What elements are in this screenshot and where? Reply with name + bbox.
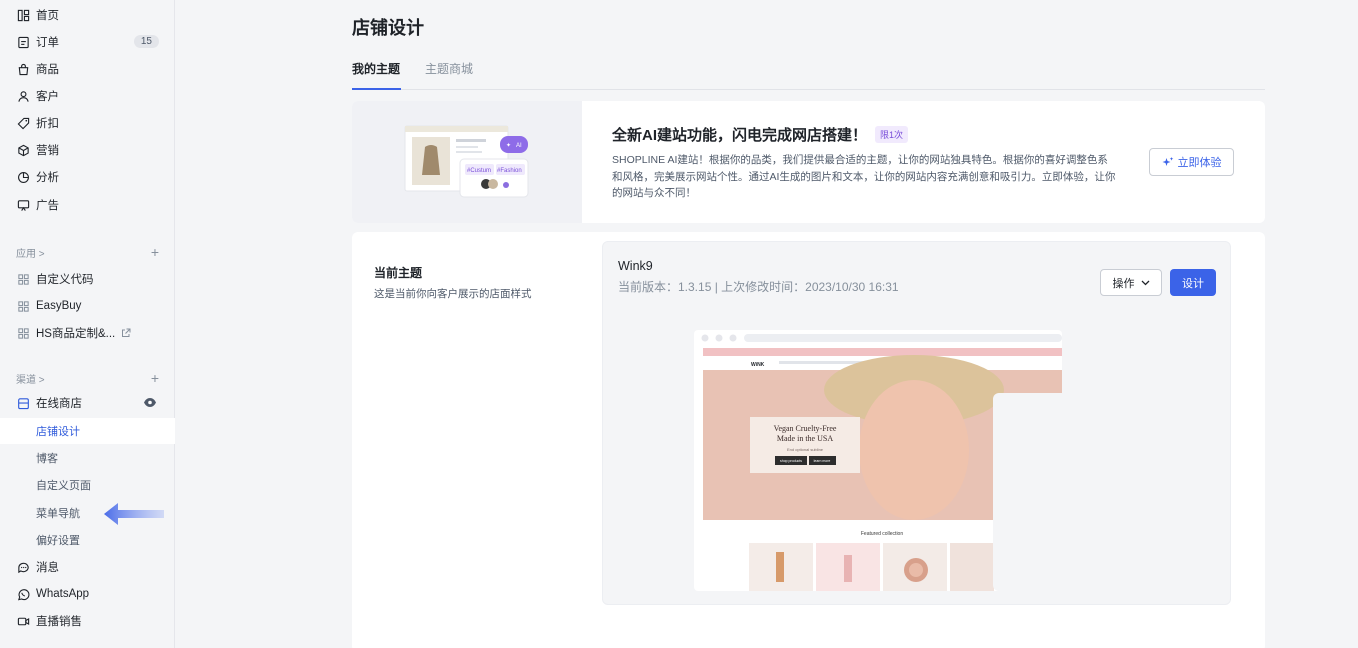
bag-icon: [16, 62, 30, 76]
current-theme-description: 这是当前你向客户展示的店面样式: [374, 288, 532, 300]
sidebar: 首页 订单 15 商品 客户 折扣 营销 分析 广告 应用 > + 自定义代码 …: [0, 0, 175, 648]
chevron-down-icon: [1141, 280, 1150, 286]
sidebar-item-label: 分析: [36, 172, 59, 184]
apps-section-header[interactable]: 应用 > +: [16, 243, 159, 261]
sidebar-item-customers[interactable]: 客户: [0, 83, 175, 109]
preview-hero-line1: Vegan Cruelty-Free: [774, 424, 837, 433]
sidebar-item-label: 订单: [36, 37, 59, 49]
channels-section-label: 渠道 >: [16, 374, 45, 386]
chat-icon: [16, 560, 30, 574]
promo-art-chip2: #Fashion: [497, 168, 522, 174]
ai-promo-illustration: #Custum #Fashion AI ✦: [352, 101, 582, 223]
try-now-label: 立即体验: [1177, 157, 1222, 169]
order-count-badge: 15: [133, 35, 159, 48]
app-grid-icon: [16, 326, 30, 340]
try-now-button[interactable]: 立即体验: [1149, 148, 1234, 176]
eye-icon[interactable]: [143, 397, 157, 408]
sidebar-item-label: 自定义代码: [36, 274, 94, 286]
current-theme-title: 当前主题: [374, 266, 423, 280]
sidebar-app-hs-custom[interactable]: HS商品定制&...: [0, 320, 175, 346]
sidebar-item-label: 消息: [36, 562, 59, 574]
theme-preview: WiNK Vegan Cruelty-Free Made in the USA …: [694, 330, 1142, 591]
tab-theme-store[interactable]: 主题商城: [425, 60, 473, 77]
ai-promo-card: #Custum #Fashion AI ✦ 全新AI建站功能，闪电完成网店搭建！…: [352, 101, 1265, 223]
preview-hero-btn2: learn more: [814, 459, 831, 463]
svg-text:✦: ✦: [506, 142, 511, 149]
sidebar-sub-custom-pages[interactable]: 自定义页面: [0, 472, 175, 498]
order-icon: [16, 35, 30, 49]
tag-icon: [16, 116, 30, 130]
live-icon: [16, 614, 30, 628]
promo-limit-tag: 限1次: [875, 126, 909, 143]
active-tab-indicator: [352, 88, 401, 90]
actions-dropdown-button[interactable]: 操作: [1100, 269, 1162, 296]
pie-chart-icon: [16, 170, 30, 184]
store-icon: [16, 396, 30, 410]
channels-section-header[interactable]: 渠道 > +: [16, 369, 159, 387]
external-link-icon[interactable]: [121, 328, 131, 338]
sidebar-item-orders[interactable]: 订单 15: [0, 29, 175, 55]
preview-hero-line2: Made in the USA: [777, 434, 833, 443]
sidebar-item-products[interactable]: 商品: [0, 56, 175, 82]
actions-label: 操作: [1112, 277, 1135, 290]
sidebar-item-live-selling[interactable]: 直播销售: [0, 608, 175, 634]
promo-title-text: 全新AI建站功能，闪电完成网店搭建！: [612, 127, 868, 144]
sparkle-icon: [1162, 156, 1174, 168]
promo-description: SHOPLINE AI建站！根据你的品类，我们提供最合适的主题，让你的网站独具特…: [612, 154, 1116, 199]
theme-tabs: 我的主题 主题商城: [352, 56, 1265, 90]
sidebar-item-ads[interactable]: 广告: [0, 192, 175, 218]
apps-section-label: 应用 >: [16, 248, 45, 260]
sidebar-item-whatsapp[interactable]: WhatsApp: [0, 581, 175, 607]
app-grid-icon: [16, 272, 30, 286]
home-icon: [16, 8, 30, 22]
sidebar-item-label: WhatsApp: [36, 588, 90, 600]
ad-icon: [16, 198, 30, 212]
sidebar-sub-blog[interactable]: 博客: [0, 445, 175, 471]
current-theme-card: 当前主题 这是当前你向客户展示的店面样式 Wink9 当前版本：1.3.15 |…: [352, 232, 1265, 648]
sidebar-item-label: 广告: [36, 200, 59, 212]
sidebar-item-label: 直播销售: [36, 616, 82, 628]
sidebar-item-label: HS商品定制&...: [36, 328, 116, 340]
preview-hero-sub: End optional subline: [787, 447, 824, 452]
sidebar-app-easybuy[interactable]: EasyBuy: [0, 293, 175, 319]
whatsapp-icon: [16, 587, 30, 601]
app-grid-icon: [16, 299, 30, 313]
tab-my-themes[interactable]: 我的主题: [352, 60, 400, 77]
promo-art-chip1: #Custum: [467, 168, 491, 174]
sidebar-item-label: 营销: [36, 145, 59, 157]
preview-hero-btn1: shop products: [780, 459, 802, 463]
preview-collection-title: Featured collection: [861, 531, 903, 537]
sidebar-app-custom-code[interactable]: 自定义代码: [0, 266, 175, 292]
sidebar-item-messages[interactable]: 消息: [0, 554, 175, 580]
theme-panel: Wink9 当前版本：1.3.15 | 上次修改时间：2023/10/30 16…: [602, 241, 1231, 605]
add-app-icon[interactable]: +: [151, 244, 159, 260]
add-channel-icon[interactable]: +: [151, 370, 159, 386]
sidebar-item-label: 首页: [36, 10, 59, 22]
sidebar-item-label: 折扣: [36, 118, 59, 130]
sidebar-item-discounts[interactable]: 折扣: [0, 110, 175, 136]
sidebar-item-analytics[interactable]: 分析: [0, 164, 175, 190]
user-icon: [16, 89, 30, 103]
sidebar-item-label: 在线商店: [36, 398, 82, 410]
sidebar-item-label: 客户: [36, 91, 59, 103]
sidebar-item-marketing[interactable]: 营销: [0, 137, 175, 163]
preview-logo: WiNK: [751, 362, 765, 368]
page-title: 店铺设计: [352, 18, 424, 38]
promo-title: 全新AI建站功能，闪电完成网店搭建！ 限1次: [612, 124, 909, 145]
sidebar-item-home[interactable]: 首页: [0, 2, 175, 28]
sidebar-item-label: EasyBuy: [36, 300, 82, 312]
sidebar-sub-store-design[interactable]: 店铺设计: [0, 418, 175, 444]
sidebar-item-online-store[interactable]: 在线商店: [0, 390, 175, 416]
sidebar-item-label: 商品: [36, 64, 59, 76]
cube-icon: [16, 143, 30, 157]
theme-name: Wink9: [618, 259, 653, 273]
sidebar-sub-preferences[interactable]: 偏好设置: [0, 527, 175, 553]
theme-version-meta: 当前版本：1.3.15 | 上次修改时间：2023/10/30 16:31: [618, 280, 899, 294]
promo-art-ai-badge: AI: [516, 143, 522, 149]
design-button[interactable]: 设计: [1170, 269, 1216, 296]
arrow-left-icon: [104, 503, 164, 525]
